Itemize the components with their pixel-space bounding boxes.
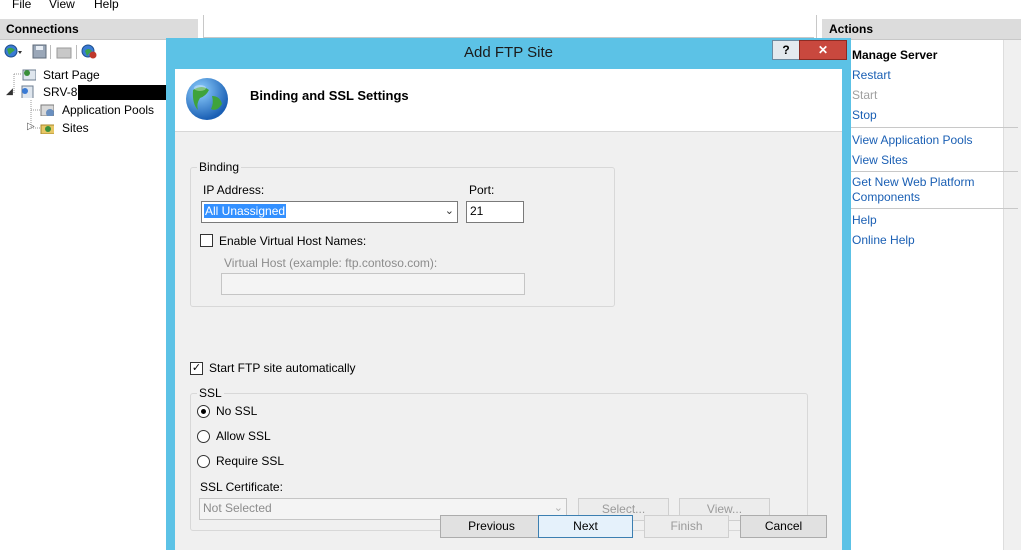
virtual-host-input — [221, 273, 525, 295]
close-button[interactable]: ✕ — [799, 40, 847, 60]
sites-folder-icon — [40, 124, 54, 134]
virtual-host-label: Virtual Host (example: ftp.contoso.com): — [224, 256, 438, 270]
tree-label: Application Pools — [62, 103, 155, 117]
ip-address-value: All Unassigned — [204, 204, 287, 218]
next-button[interactable]: Next — [538, 515, 633, 538]
tree-label: Sites — [62, 121, 89, 135]
save-icon[interactable] — [32, 44, 47, 59]
help-button[interactable]: ? — [772, 40, 800, 60]
expand-arrow-icon[interactable]: ▷ — [27, 121, 35, 132]
globe-icon — [186, 78, 228, 120]
collapse-arrow-icon[interactable]: ◢ — [6, 86, 13, 97]
port-label: Port: — [469, 183, 495, 197]
dialog-header: Binding and SSL Settings — [175, 69, 842, 132]
dialog-heading: Binding and SSL Settings — [250, 88, 409, 103]
finish-button: Finish — [644, 515, 729, 538]
tree-item-server[interactable]: ◢ SRV-8 — [0, 85, 166, 101]
start-auto-checkbox[interactable]: ✓ — [190, 362, 203, 375]
port-value: 21 — [470, 204, 484, 218]
center-header — [204, 15, 814, 38]
chevron-down-icon: ⌄ — [553, 502, 563, 514]
connections-title: Connections — [6, 22, 79, 36]
menu-bar: File View Help — [0, 0, 1021, 14]
ip-address-label: IP Address: — [203, 183, 265, 197]
virtual-host-checkbox[interactable] — [200, 234, 213, 247]
actions-scrollbar[interactable] — [1003, 40, 1021, 550]
ssl-certificate-label: SSL Certificate: — [200, 480, 283, 494]
no-ssl-radio[interactable] — [197, 405, 210, 418]
allow-ssl-radio[interactable] — [197, 430, 210, 443]
tree-label: Start Page — [43, 68, 100, 82]
action-help[interactable]: Help — [852, 213, 877, 228]
dialog-title: Add FTP Site — [464, 44, 553, 61]
ip-address-select[interactable]: All Unassigned ⌄ — [201, 201, 458, 223]
connections-header: Connections — [0, 19, 198, 40]
action-view-application-pools[interactable]: View Application Pools — [852, 133, 973, 148]
start-auto-label: Start FTP site automatically — [209, 361, 356, 375]
no-ssl-label: No SSL — [216, 404, 258, 418]
redacted-bar — [78, 85, 166, 100]
application-pools-icon — [40, 104, 54, 116]
require-ssl-radio[interactable] — [197, 455, 210, 468]
action-get-web-platform[interactable]: Get New Web Platform — [852, 175, 974, 190]
menu-view[interactable]: View — [49, 0, 75, 11]
actions-title: Actions — [829, 22, 874, 36]
up-folder-icon[interactable] — [56, 47, 72, 59]
disconnect-icon[interactable] — [81, 44, 97, 59]
port-input[interactable]: 21 — [466, 201, 524, 223]
actions-section-title: Manage Server — [852, 48, 938, 62]
actions-header: Actions — [822, 19, 1021, 40]
action-get-web-platform-components[interactable]: Components — [852, 190, 920, 205]
divider — [850, 208, 1018, 209]
server-icon — [21, 85, 34, 98]
allow-ssl-label: Allow SSL — [216, 429, 271, 443]
virtual-host-checkbox-label: Enable Virtual Host Names: — [219, 234, 367, 248]
require-ssl-label: Require SSL — [216, 454, 285, 468]
divider — [850, 171, 1018, 172]
divider — [850, 127, 1018, 128]
cancel-button[interactable]: Cancel — [740, 515, 827, 538]
chevron-down-icon: ⌄ — [444, 205, 454, 217]
menu-help[interactable]: Help — [94, 0, 119, 11]
binding-group-title: Binding — [197, 160, 242, 174]
tree-label: SRV-8 — [43, 85, 78, 99]
previous-button[interactable]: Previous — [440, 515, 543, 538]
add-ftp-site-dialog: Add FTP Site ? ✕ Binding and SSL Setting… — [166, 38, 851, 550]
action-restart[interactable]: Restart — [852, 68, 891, 83]
connect-globe-icon[interactable] — [4, 44, 22, 58]
ssl-certificate-value: Not Selected — [203, 501, 272, 515]
dialog-body: Binding IP Address: All Unassigned ⌄ Por… — [175, 132, 842, 550]
action-online-help[interactable]: Online Help — [852, 233, 915, 248]
action-view-sites[interactable]: View Sites — [852, 153, 908, 168]
menu-file[interactable]: File — [12, 0, 31, 11]
start-page-icon — [22, 69, 36, 81]
action-stop[interactable]: Stop — [852, 108, 877, 123]
ssl-group-title: SSL — [197, 386, 224, 400]
action-start: Start — [852, 88, 878, 102]
